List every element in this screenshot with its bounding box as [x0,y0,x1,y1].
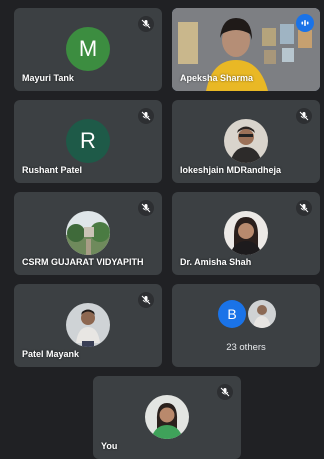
participant-name: Apeksha Sharma [180,73,254,83]
avatar-photo [224,211,268,255]
participant-tile-rushant-patel[interactable]: R Rushant Patel [14,100,162,183]
participant-tile-csrm-gujarat-vidyapith[interactable]: CSRM GUJARAT VIDYAPITH [14,192,162,275]
avatar-photo [224,119,268,163]
participant-tile-dr-amisha-shah[interactable]: Dr. Amisha Shah [172,192,320,275]
avatar-photo [145,395,189,439]
mic-off-icon [138,16,154,32]
avatar-initial: B [227,306,237,322]
avatar-photo [66,303,110,347]
participant-name: CSRM GUJARAT VIDYAPITH [22,257,144,267]
avatar: R [66,119,110,163]
participant-name: lokeshjain MDRandheja [180,165,282,175]
others-count-label: 23 others [226,342,266,353]
avatar: M [66,27,110,71]
mic-off-icon [138,108,154,124]
participant-tile-apeksha-sharma[interactable]: Apeksha Sharma [172,8,320,91]
avatar-initial: R [80,128,96,153]
participant-name: Patel Mayank [22,349,80,359]
mic-off-icon [138,200,154,216]
mic-off-icon [138,292,154,308]
participant-name: Rushant Patel [22,165,83,175]
others-tile[interactable]: B 23 others [172,284,320,367]
participant-name: Mayuri Tank [22,73,74,83]
participant-name: You [101,441,118,451]
avatar-photo [66,211,110,255]
mic-off-icon [217,384,233,400]
participant-tile-mayuri-tank[interactable]: M Mayuri Tank [14,8,162,91]
mic-off-icon [296,108,312,124]
avatar: B [218,300,246,328]
participant-name: Dr. Amisha Shah [180,257,252,267]
self-tile[interactable]: You [93,376,241,459]
avatar-photo [248,300,276,328]
speaking-indicator-icon [296,14,314,32]
participant-tile-lokeshjain[interactable]: lokeshjain MDRandheja [172,100,320,183]
participant-tile-patel-mayank[interactable]: Patel Mayank [14,284,162,367]
avatar-initial: M [78,36,98,61]
mic-off-icon [296,200,312,216]
